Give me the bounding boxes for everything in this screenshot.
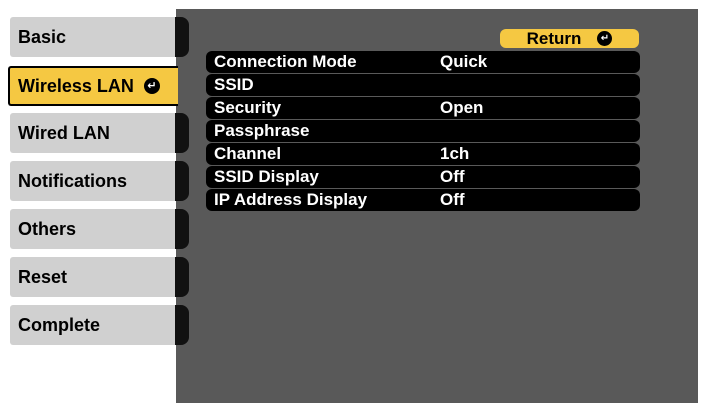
setting-ip-address-display[interactable]: IP Address Display Off [206,189,640,211]
tab-label: Basic [18,26,67,47]
tab-basic[interactable]: Basic [10,17,175,57]
setting-label: SSID Display [214,167,319,186]
setting-label: Security [214,98,282,117]
setting-security[interactable]: Security Open [206,97,640,119]
tab-others[interactable]: Others [10,209,175,249]
setting-label: Passphrase [214,121,310,140]
return-label: Return [526,28,582,48]
setting-channel[interactable]: Channel 1ch [206,143,640,165]
settings-list: Connection Mode Quick SSID Security Open… [206,51,640,212]
setting-ssid-display[interactable]: SSID Display Off [206,166,640,188]
tab-divider [175,161,189,201]
setting-value: Off [440,167,465,186]
setting-value: Quick [440,52,488,71]
setting-ssid[interactable]: SSID [206,74,640,96]
setting-value: Off [440,190,465,209]
setting-label: Channel [214,144,282,163]
tab-label: Complete [18,314,101,335]
tab-label: Wireless LAN [18,75,134,96]
tab-divider [175,17,189,57]
tab-reset[interactable]: Reset [10,257,175,297]
tab-label: Notifications [18,170,128,191]
tab-label: Wired LAN [18,122,110,143]
tab-divider [175,113,189,153]
setting-value: Open [440,98,484,117]
tab-label: Others [18,218,77,239]
setting-passphrase[interactable]: Passphrase [206,120,640,142]
setting-label: SSID [214,75,254,94]
setting-connection-mode[interactable]: Connection Mode Quick [206,51,640,73]
tab-wireless-lan[interactable]: Wireless LAN ↵ [8,66,178,106]
setting-label: IP Address Display [214,190,368,209]
tab-notifications[interactable]: Notifications [10,161,175,201]
return-button[interactable]: Return ↵ [500,29,639,48]
tab-divider [175,305,189,345]
tab-divider [175,209,189,249]
enter-icon: ↵ [143,78,160,94]
setting-label: Connection Mode [214,52,357,71]
setting-value: 1ch [440,144,470,163]
tab-divider [175,257,189,297]
enter-icon: ↵ [597,31,613,46]
tab-label: Reset [18,266,68,287]
tab-complete[interactable]: Complete [10,305,175,345]
tab-wired-lan[interactable]: Wired LAN [10,113,175,153]
